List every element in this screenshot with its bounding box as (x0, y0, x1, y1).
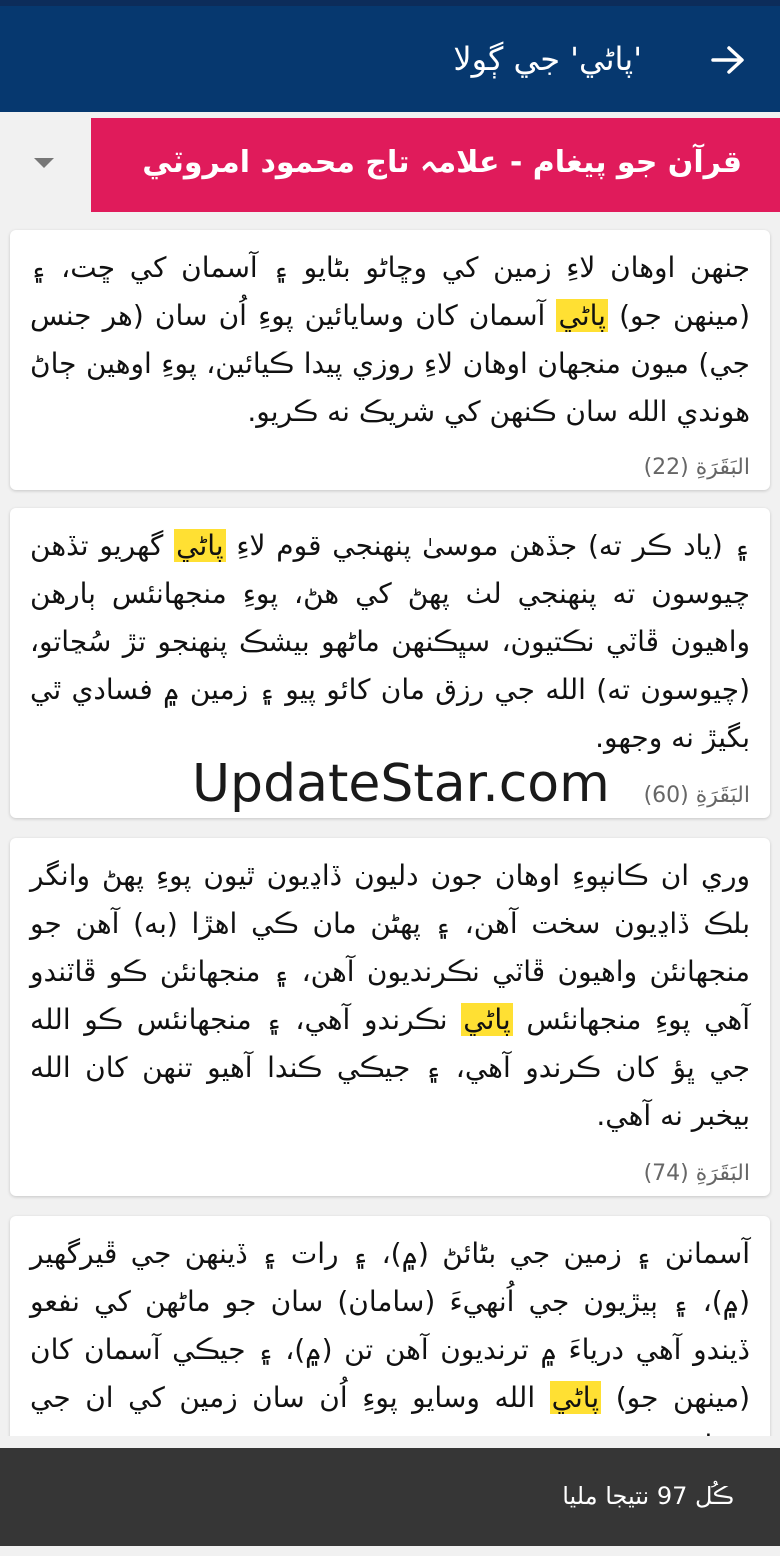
arrow-right-icon[interactable] (706, 38, 750, 82)
result-text: وري ان ڪانپوءِ اوھان جون دليون ڏاڍيون ٿي… (30, 859, 750, 1132)
result-text: آسمانن ۽ زمين جي بڻائڻ (۾)، ۽ رات ۽ ڏينھ… (30, 1237, 750, 1436)
result-card[interactable]: وري ان ڪانپوءِ اوھان جون دليون ڏاڍيون ٿي… (10, 838, 770, 1196)
verse-reference: البَقَرَةِ (60) (643, 783, 750, 808)
book-selector[interactable]: قرآن جو پيغام - علامہ تاج محمود امروٽي (91, 118, 780, 212)
app-bar: 'پاڻي' جي ڳولا (0, 6, 780, 112)
verse-reference: البَقَرَةِ (74) (643, 1161, 750, 1186)
result-card[interactable]: جنھن اوھان لاءِ زمين کي وڇاڻو بڻايو ۽ آس… (10, 230, 770, 490)
result-text: جنھن اوھان لاءِ زمين کي وڇاڻو بڻايو ۽ آس… (30, 251, 750, 428)
triangle-down-icon[interactable] (34, 158, 54, 168)
verse-reference: البَقَرَةِ (22) (643, 455, 750, 480)
results-count: ڪُل 97 نتيجا مليا (562, 1482, 734, 1510)
search-highlight: پاڻي (556, 299, 608, 332)
search-highlight: پاڻي (461, 1003, 513, 1036)
results-count-bar: ڪُل 97 نتيجا مليا (0, 1448, 780, 1546)
result-card[interactable]: ۽ (ياد ڪر ته) جڏھن موسىٰ پنھنجي قوم لاءِ… (10, 508, 770, 818)
search-highlight: پاڻي (174, 529, 226, 562)
results-list[interactable]: جنھن اوھان لاءِ زمين کي وڇاڻو بڻايو ۽ آس… (0, 224, 780, 1436)
book-selector-label: قرآن جو پيغام - علامہ تاج محمود امروٽي (142, 145, 742, 180)
search-highlight: پاڻي (549, 1381, 602, 1414)
page-title: 'پاڻي' جي ڳولا (453, 40, 642, 78)
result-text: ۽ (ياد ڪر ته) جڏھن موسىٰ پنھنجي قوم لاءِ… (30, 529, 750, 754)
bottom-edge (0, 1546, 780, 1556)
result-card[interactable]: آسمانن ۽ زمين جي بڻائڻ (۾)، ۽ رات ۽ ڏينھ… (10, 1216, 770, 1436)
